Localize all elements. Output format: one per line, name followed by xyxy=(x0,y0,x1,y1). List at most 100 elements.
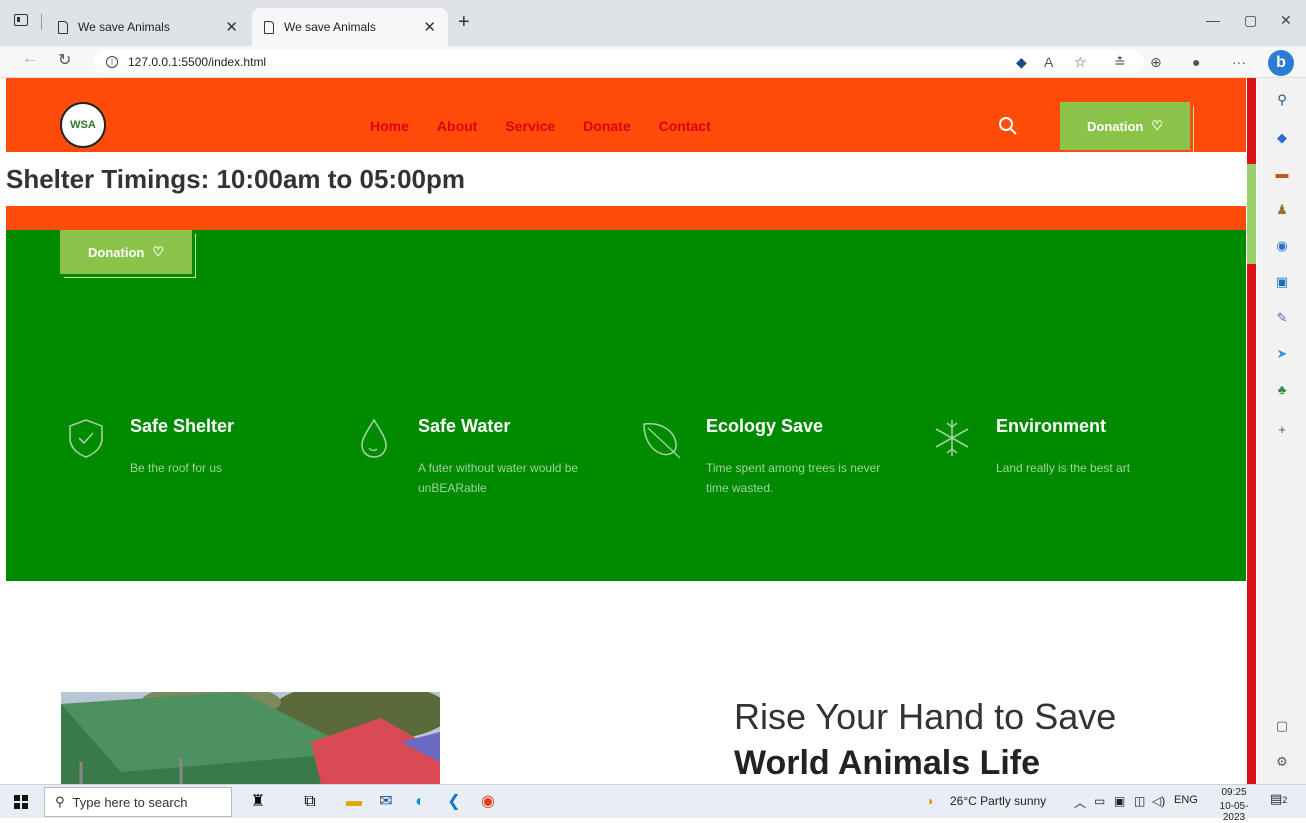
weather-text[interactable]: 26°C Partly sunny xyxy=(950,794,1046,808)
windows-taskbar: ⚲ Type here to search ♜ ⧉ ▬ ✉ ◐ ❮ ◉ ◑ 26… xyxy=(0,784,1306,823)
maximize-button[interactable]: ▢ xyxy=(1244,12,1257,29)
feature-text: Be the roof for us xyxy=(130,461,223,475)
notification-count: 2 xyxy=(1282,795,1288,805)
favorites-list-icon[interactable]: ≛ xyxy=(1114,54,1126,71)
page-icon xyxy=(264,20,274,34)
feature-text: Land really is the best art xyxy=(996,461,1131,475)
network-icon[interactable]: ▣ xyxy=(1114,794,1125,808)
feature-text: A futer without water would be unBEARabl… xyxy=(418,461,579,495)
profile-avatar-icon[interactable]: ● xyxy=(1192,54,1200,70)
nav-home[interactable]: Home xyxy=(370,118,409,134)
shelter-timing-bar: Shelter Timings: 10:00am to 05:00pm xyxy=(6,152,1246,206)
monitor-icon[interactable]: ◫ xyxy=(1134,794,1145,808)
browser-tab-2[interactable]: We save Animals ✕ xyxy=(252,8,448,46)
search-icon[interactable] xyxy=(998,116,1018,136)
tray-overflow-icon[interactable]: ︿ xyxy=(1074,794,1086,811)
page-icon xyxy=(58,20,68,34)
heart-icon: ♡ xyxy=(1151,118,1163,133)
shield-check-icon xyxy=(69,419,103,458)
price-tag-icon[interactable]: ◆ xyxy=(1016,54,1027,71)
collections-icon[interactable]: ⊕ xyxy=(1150,54,1162,71)
headline-line-2: World Animals Life xyxy=(734,744,1041,782)
outlook-icon[interactable]: ▣ xyxy=(1273,274,1291,292)
feature-title: Safe Shelter xyxy=(130,416,235,436)
search-sidebar-icon[interactable]: ⚲ xyxy=(1273,92,1291,110)
browser-tab-bar: We save Animals ✕ We save Animals ✕ + — … xyxy=(0,0,1306,46)
shelter-photo xyxy=(61,692,440,784)
snowflake-icon xyxy=(935,420,969,456)
search-icon: ⚲ xyxy=(55,794,65,809)
add-sidebar-icon[interactable]: + xyxy=(1273,422,1291,440)
minimize-button[interactable]: — xyxy=(1206,12,1220,28)
feature-title: Ecology Save xyxy=(706,416,824,436)
sidebar-panel-icon[interactable]: ▢ xyxy=(1273,718,1291,736)
file-explorer-icon[interactable]: ▬ xyxy=(344,792,364,812)
nav-contact[interactable]: Contact xyxy=(659,118,711,134)
designer-icon[interactable]: ✎ xyxy=(1273,310,1291,328)
tents-image xyxy=(61,692,440,784)
back-arrow-icon[interactable]: ← xyxy=(22,50,38,68)
donation-label: Donation xyxy=(88,244,145,260)
edge-sidebar: ⚲ ◆ ▬ ♟ ◉ ▣ ✎ ➤ ♣ + ▢ ⚙ xyxy=(1257,78,1306,784)
features-section: Donation ♡ Safe Shelter Be the roof for … xyxy=(6,230,1246,581)
mail-icon[interactable]: ✉ xyxy=(376,792,396,812)
heart-icon: ♡ xyxy=(152,244,164,259)
weather-icon[interactable]: ◑ xyxy=(926,794,933,808)
settings-gear-icon[interactable]: ⚙ xyxy=(1273,754,1291,772)
new-tab-button[interactable]: + xyxy=(458,12,470,32)
headline-line-1: Rise Your Hand to Save xyxy=(734,696,1117,737)
nav-about[interactable]: About xyxy=(437,118,477,134)
close-window-button[interactable]: ✕ xyxy=(1280,12,1292,29)
logo-text: WSA xyxy=(70,119,96,131)
refresh-icon[interactable]: ↻ xyxy=(58,50,71,70)
donation-button-hero[interactable]: Donation ♡ xyxy=(60,230,196,278)
tools-briefcase-icon[interactable]: ▬ xyxy=(1273,166,1291,184)
orange-divider xyxy=(6,206,1246,230)
feature-title: Safe Water xyxy=(418,416,511,436)
close-tab-icon[interactable]: ✕ xyxy=(225,18,238,36)
task-view-icon[interactable]: ⧉ xyxy=(300,792,320,812)
read-aloud-icon[interactable]: A xyxy=(1044,54,1053,70)
info-icon[interactable]: i xyxy=(106,56,118,68)
vscode-icon[interactable]: ❮ xyxy=(444,792,464,812)
nav-service[interactable]: Service xyxy=(505,118,555,134)
volume-icon[interactable]: ◁) xyxy=(1152,794,1165,808)
donation-label: Donation xyxy=(1087,118,1144,134)
water-drop-icon xyxy=(361,418,387,458)
site-header: WSA Home About Service Donate Contact Do… xyxy=(6,78,1246,154)
chrome-icon[interactable]: ◉ xyxy=(478,792,498,812)
games-icon[interactable]: ♟ xyxy=(1273,202,1291,220)
main-nav: Home About Service Donate Contact xyxy=(370,118,739,134)
more-menu-icon[interactable]: ··· xyxy=(1232,54,1246,70)
url-text: 127.0.0.1:5500/index.html xyxy=(128,55,267,69)
tab-title: We save Animals xyxy=(78,20,170,34)
cortana-tower-icon[interactable]: ♜ xyxy=(248,792,268,812)
windows-start-icon[interactable] xyxy=(14,795,28,809)
address-bar-row: ← ↻ i 127.0.0.1:5500/index.html ◆ A ☆ ≛ … xyxy=(0,46,1306,78)
nav-donate[interactable]: Donate xyxy=(583,118,630,134)
tab-actions-icon[interactable] xyxy=(14,14,28,26)
send-icon[interactable]: ➤ xyxy=(1273,346,1291,364)
scrollbar-thumb[interactable] xyxy=(1247,164,1256,264)
battery-icon[interactable]: ▭ xyxy=(1094,794,1105,808)
language-indicator[interactable]: ENG xyxy=(1174,794,1198,806)
close-tab-icon[interactable]: ✕ xyxy=(423,18,436,36)
tab-separator xyxy=(41,14,42,30)
url-field[interactable]: i 127.0.0.1:5500/index.html xyxy=(94,50,1144,74)
edge-browser-icon[interactable]: ◐ xyxy=(410,792,430,812)
taskbar-search-placeholder: Type here to search xyxy=(72,794,188,810)
tree-icon[interactable]: ♣ xyxy=(1273,382,1291,400)
shopping-tag-icon[interactable]: ◆ xyxy=(1273,130,1291,148)
leaf-icon xyxy=(643,422,681,459)
donation-button-header[interactable]: Donation ♡ xyxy=(1060,102,1194,154)
browser-tab-1[interactable]: We save Animals ✕ xyxy=(46,8,250,46)
feature-title: Environment xyxy=(996,416,1107,436)
bing-chat-icon[interactable]: b xyxy=(1268,50,1294,76)
clock-time: 09:25 xyxy=(1221,787,1247,798)
office-icon[interactable]: ◉ xyxy=(1273,238,1291,256)
taskbar-search-input[interactable]: ⚲ Type here to search xyxy=(44,787,232,817)
favorite-star-icon[interactable]: ☆ xyxy=(1074,54,1087,71)
site-logo[interactable]: WSA xyxy=(60,102,106,148)
tab-title: We save Animals xyxy=(284,20,376,34)
notifications-icon[interactable]: ▤2 xyxy=(1270,791,1287,807)
